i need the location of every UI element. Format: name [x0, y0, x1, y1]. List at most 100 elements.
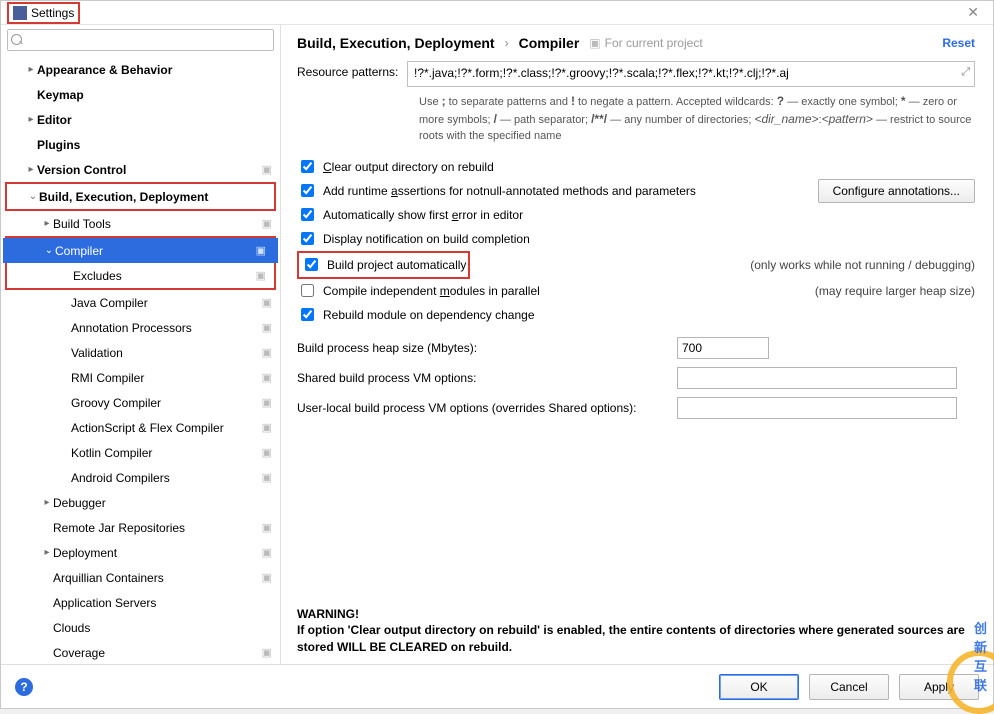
titlebar: Settings ✕: [1, 1, 993, 25]
search-input[interactable]: [7, 29, 274, 51]
check-auto-error-label: Automatically show first error in editor: [323, 208, 523, 222]
expand-icon[interactable]: ⤢: [961, 66, 970, 79]
tree-arquillian[interactable]: Arquillian Containers▣: [1, 565, 280, 590]
configure-annotations-button[interactable]: Configure annotations...: [818, 179, 975, 203]
warning-body: If option 'Clear output directory on reb…: [297, 622, 975, 656]
project-icon: ▣: [262, 421, 272, 434]
project-icon: ▣: [262, 571, 272, 584]
help-icon[interactable]: ?: [15, 678, 33, 696]
settings-tree: ▸Appearance & Behavior Keymap ▸Editor Pl…: [1, 55, 280, 664]
build-auto-highlight: Build project automatically: [297, 251, 470, 279]
checkbox-parallel[interactable]: [301, 284, 314, 297]
check-notify-label: Display notification on build completion: [323, 232, 530, 246]
tree-version-control[interactable]: ▸Version Control▣: [1, 157, 280, 182]
user-vm-input[interactable]: [677, 397, 957, 419]
warning-title: WARNING!: [297, 606, 975, 623]
check-clear-output: Clear output directory on rebuild: [297, 155, 975, 179]
check-clear-output-label: Clear output directory on rebuild: [323, 160, 494, 174]
tree-bed[interactable]: ⌄Build, Execution, Deployment: [3, 184, 278, 209]
checkbox-auto-error[interactable]: [301, 208, 314, 221]
shared-vm-input[interactable]: [677, 367, 957, 389]
tree-validation[interactable]: Validation▣: [1, 340, 280, 365]
project-icon: ▣: [262, 546, 272, 559]
resource-patterns-label: Resource patterns:: [297, 61, 407, 79]
tree-plugins[interactable]: Plugins: [1, 132, 280, 157]
tree-app-servers[interactable]: Application Servers: [1, 590, 280, 615]
dialog-body: ▸Appearance & Behavior Keymap ▸Editor Pl…: [1, 25, 993, 664]
tree-clouds[interactable]: Clouds: [1, 615, 280, 640]
settings-dialog: Settings ✕ ▸Appearance & Behavior Keymap…: [0, 0, 994, 709]
project-icon: ▣: [262, 296, 272, 309]
tree-editor[interactable]: ▸Editor: [1, 107, 280, 132]
close-icon[interactable]: ✕: [959, 4, 987, 21]
for-project-label: ▣For current project: [589, 36, 702, 50]
project-icon: ▣: [262, 163, 272, 176]
parallel-note: (may require larger heap size): [815, 284, 975, 298]
apply-button[interactable]: Apply: [899, 674, 979, 700]
project-icon: ▣: [262, 446, 272, 459]
tree-debugger[interactable]: ▸Debugger: [1, 490, 280, 515]
title-highlight: Settings: [7, 2, 80, 24]
checkbox-build-auto[interactable]: [305, 258, 318, 271]
app-icon: [13, 6, 27, 20]
chevron-right-icon: ›: [505, 36, 509, 50]
tree-rmi-compiler[interactable]: RMI Compiler▣: [1, 365, 280, 390]
check-parallel-row: Compile independent modules in parallel …: [297, 279, 975, 303]
checkbox-rebuild-dep[interactable]: [301, 308, 314, 321]
breadcrumb: Build, Execution, Deployment › Compiler …: [297, 35, 975, 51]
project-icon: ▣: [262, 321, 272, 334]
user-vm-row: User-local build process VM options (ove…: [297, 393, 975, 423]
warning-block: WARNING! If option 'Clear output directo…: [297, 606, 975, 664]
resource-patterns-input[interactable]: !?*.java;!?*.form;!?*.class;!?*.groovy;!…: [407, 61, 975, 87]
check-build-auto-row: Build project automatically (only works …: [297, 251, 975, 279]
shared-vm-label: Shared build process VM options:: [297, 371, 677, 385]
tree-deployment[interactable]: ▸Deployment▣: [1, 540, 280, 565]
project-icon: ▣: [262, 396, 272, 409]
tree-compiler-highlight: ⌄Compiler▣ Excludes▣: [5, 236, 276, 290]
checkbox-clear-output[interactable]: [301, 160, 314, 173]
project-icon: ▣: [262, 346, 272, 359]
tree-remote-jar[interactable]: Remote Jar Repositories▣: [1, 515, 280, 540]
project-icon: ▣: [256, 244, 266, 257]
tree-build-tools[interactable]: ▸Build Tools▣: [1, 211, 280, 236]
project-icon: ▣: [256, 269, 266, 282]
checkbox-notify[interactable]: [301, 232, 314, 245]
heap-size-row: Build process heap size (Mbytes):: [297, 333, 975, 363]
checkbox-assertions[interactable]: [301, 184, 314, 197]
heap-size-input[interactable]: [677, 337, 769, 359]
tree-keymap[interactable]: Keymap: [1, 82, 280, 107]
project-icon: ▣: [262, 471, 272, 484]
tree-kotlin-compiler[interactable]: Kotlin Compiler▣: [1, 440, 280, 465]
heap-size-label: Build process heap size (Mbytes):: [297, 341, 677, 355]
resource-patterns-value: !?*.java;!?*.form;!?*.class;!?*.groovy;!…: [414, 66, 789, 80]
breadcrumb-leaf: Compiler: [519, 35, 580, 51]
tree-android-compilers[interactable]: Android Compilers▣: [1, 465, 280, 490]
project-icon: ▣: [262, 646, 272, 659]
tree-coverage[interactable]: Coverage▣: [1, 640, 280, 664]
cancel-button[interactable]: Cancel: [809, 674, 889, 700]
reset-link[interactable]: Reset: [942, 36, 975, 50]
check-auto-error: Automatically show first error in editor: [297, 203, 975, 227]
tree-excludes[interactable]: Excludes▣: [3, 263, 278, 288]
user-vm-label: User-local build process VM options (ove…: [297, 401, 677, 415]
tree-bed-highlight: ⌄Build, Execution, Deployment: [5, 182, 276, 211]
tree-annotation-processors[interactable]: Annotation Processors▣: [1, 315, 280, 340]
breadcrumb-root: Build, Execution, Deployment: [297, 35, 495, 51]
dialog-footer: ? OK Cancel Apply: [1, 664, 993, 708]
tree-compiler[interactable]: ⌄Compiler▣: [3, 238, 278, 263]
shared-vm-row: Shared build process VM options:: [297, 363, 975, 393]
tree-java-compiler[interactable]: Java Compiler▣: [1, 290, 280, 315]
project-icon: ▣: [262, 371, 272, 384]
check-rebuild-dep: Rebuild module on dependency change: [297, 303, 975, 327]
tree-appearance[interactable]: ▸Appearance & Behavior: [1, 57, 280, 82]
check-build-auto-label: Build project automatically: [327, 258, 466, 272]
project-icon: ▣: [589, 36, 600, 50]
check-parallel-label: Compile independent modules in parallel: [323, 284, 540, 298]
project-icon: ▣: [262, 217, 272, 230]
project-icon: ▣: [262, 521, 272, 534]
tree-groovy-compiler[interactable]: Groovy Compiler▣: [1, 390, 280, 415]
window-title: Settings: [31, 6, 74, 20]
check-notify: Display notification on build completion: [297, 227, 975, 251]
ok-button[interactable]: OK: [719, 674, 799, 700]
tree-as-flex-compiler[interactable]: ActionScript & Flex Compiler▣: [1, 415, 280, 440]
